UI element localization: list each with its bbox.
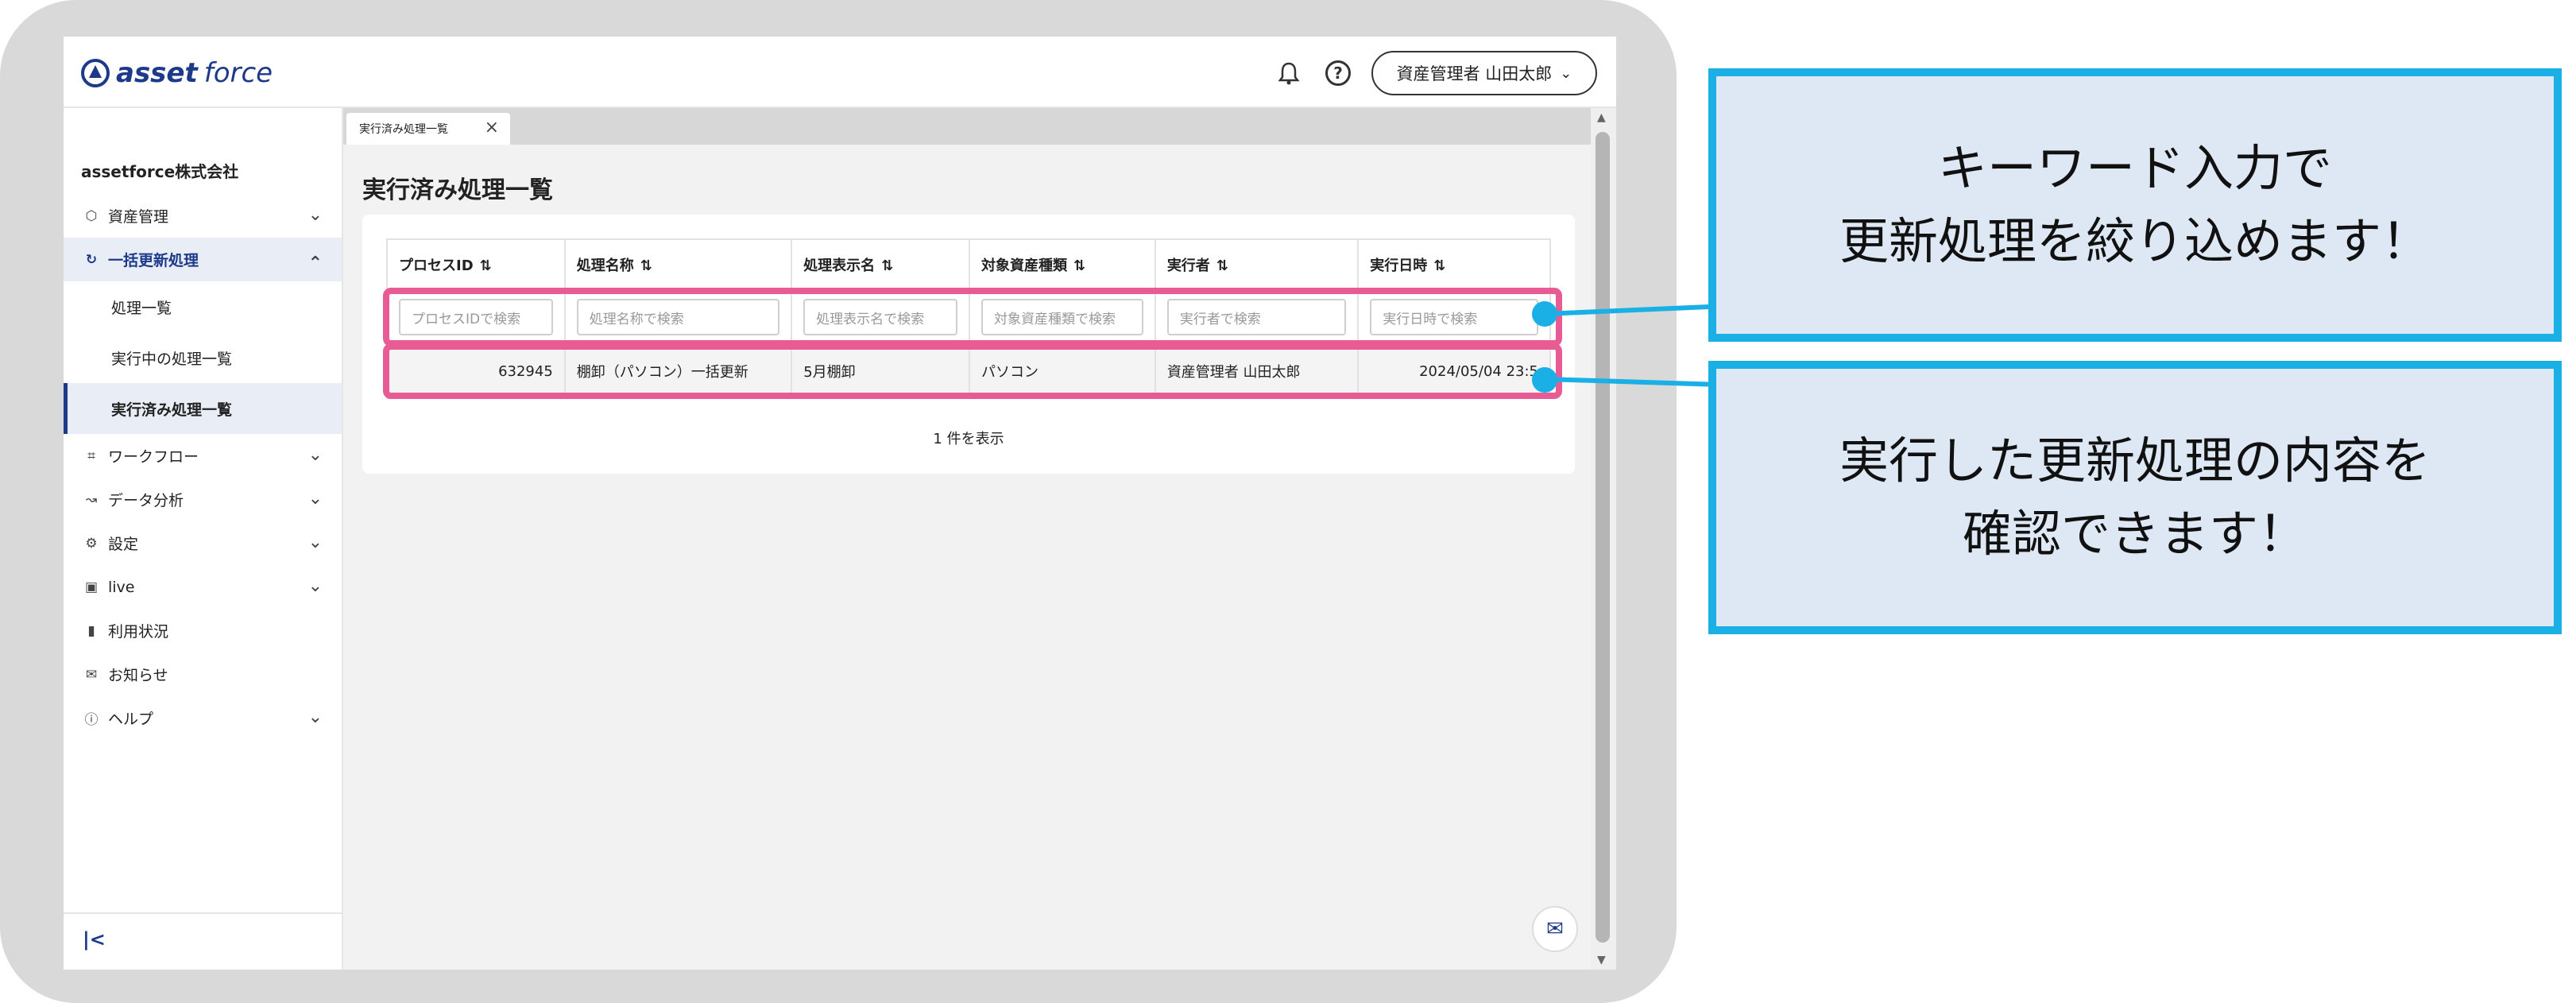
tab-completed-processes[interactable]: 実行済み処理一覧 × bbox=[346, 113, 510, 145]
sidebar: assetforce株式会社 ⬡ 資産管理 ⌄ ↻ 一括更新処理 ⌃ 処理一覧 … bbox=[64, 108, 343, 970]
scroll-down-icon[interactable]: ▼ bbox=[1597, 954, 1606, 966]
callout-details: 実行した更新処理の内容を 確認できます！ bbox=[1708, 361, 2562, 634]
cube-icon: ⬡ bbox=[85, 207, 98, 224]
sidebar-item-settings[interactable]: ⚙ 設定 ⌄ bbox=[64, 521, 342, 565]
sidebar-item-completed-processes[interactable]: 実行済み処理一覧 bbox=[64, 383, 342, 434]
sidebar-item-label: 設定 bbox=[108, 536, 139, 553]
callout-filter-line-2: 更新処理を絞り込めます！ bbox=[1839, 212, 2431, 270]
sort-icon[interactable]: ⇅ bbox=[1216, 258, 1228, 274]
chevron-up-icon: ⌃ bbox=[307, 254, 323, 273]
help-icon[interactable]: ? bbox=[1325, 60, 1351, 86]
chevron-down-icon: ⌄ bbox=[307, 532, 323, 552]
sidebar-item-label: 利用状況 bbox=[108, 623, 169, 641]
sort-icon[interactable]: ⇅ bbox=[640, 258, 652, 274]
chevron-down-icon: ⌄ bbox=[1560, 64, 1572, 82]
sidebar-item-label: お知らせ bbox=[108, 667, 168, 684]
scrollbar[interactable]: ▲ ▼ bbox=[1591, 108, 1616, 970]
column-header-executed-at[interactable]: 実行日時 ⇅ bbox=[1357, 238, 1551, 291]
user-menu-button[interactable]: 資産管理者 山田太郎 ⌄ bbox=[1371, 51, 1597, 95]
sidebar-item-label: 処理一覧 bbox=[111, 299, 172, 317]
sidebar-item-label: 実行済み処理一覧 bbox=[111, 401, 233, 419]
sort-icon[interactable]: ⇅ bbox=[1073, 258, 1085, 274]
table-header-row: プロセスID ⇅ 処理名称 ⇅ 処理表示名 ⇅ 対象資産種類 ⇅ 実行者 ⇅ 実行日時 ⇅ bbox=[386, 238, 1551, 291]
device-frame: asset force ? 資産管理者 山田太郎 ⌄ assetforce株式会… bbox=[0, 0, 1677, 1003]
column-header-process-id[interactable]: プロセスID ⇅ bbox=[386, 238, 566, 291]
megaphone-icon: ✉ bbox=[85, 666, 98, 683]
callout-filter-line-1: キーワード入力で bbox=[1937, 139, 2332, 197]
connector-dot-top bbox=[1532, 301, 1557, 327]
filter-row-highlight bbox=[383, 288, 1562, 347]
refresh-icon: ↻ bbox=[85, 251, 98, 268]
chevron-down-icon: ⌄ bbox=[307, 205, 323, 225]
callout-details-line-2: 確認できます！ bbox=[1962, 505, 2307, 563]
sidebar-item-label: ワークフロー bbox=[108, 448, 199, 466]
sort-icon[interactable]: ⇅ bbox=[480, 258, 492, 274]
collapse-sidebar-icon[interactable]: |< bbox=[83, 928, 106, 951]
sidebar-item-workflow[interactable]: ⌗ ワークフロー ⌄ bbox=[64, 434, 342, 478]
sidebar-item-usage[interactable]: ▮ 利用状況 bbox=[64, 609, 342, 653]
workflow-icon: ⌗ bbox=[87, 447, 95, 464]
column-header-asset-type[interactable]: 対象資産種類 ⇅ bbox=[968, 238, 1156, 291]
logo-text-light: force bbox=[203, 57, 273, 89]
page-title: 実行済み処理一覧 bbox=[362, 176, 553, 204]
sort-icon[interactable]: ⇅ bbox=[1433, 258, 1445, 274]
sidebar-item-notices[interactable]: ✉ お知らせ bbox=[64, 653, 342, 696]
sidebar-item-asset-management[interactable]: ⬡ 資産管理 ⌄ bbox=[64, 194, 342, 238]
sidebar-nav: ⬡ 資産管理 ⌄ ↻ 一括更新処理 ⌃ 処理一覧 実行中の処理一覧 実行済み処理… bbox=[64, 194, 342, 740]
gear-icon: ⚙ bbox=[85, 535, 98, 552]
sidebar-item-label: データ分析 bbox=[108, 492, 184, 509]
logo[interactable]: asset force bbox=[81, 54, 273, 92]
scroll-up-icon[interactable]: ▲ bbox=[1597, 111, 1606, 124]
logo-mark-icon bbox=[81, 59, 110, 87]
sidebar-item-label: live bbox=[108, 578, 135, 596]
company-name: assetforce株式会社 bbox=[81, 162, 239, 181]
analytics-icon: ↝ bbox=[85, 491, 98, 508]
sidebar-item-label: ヘルプ bbox=[108, 711, 154, 728]
main-content: 実行済み処理一覧 × 実行済み処理一覧 プロセスID ⇅ 処理名称 ⇅ 処理表示名 ⇅… bbox=[343, 108, 1591, 970]
column-header-display-name[interactable]: 処理表示名 ⇅ bbox=[791, 238, 970, 291]
connector-dot-bottom bbox=[1532, 367, 1557, 393]
sidebar-item-help[interactable]: ⓘ ヘルプ ⌄ bbox=[64, 696, 342, 740]
tab-label: 実行済み処理一覧 bbox=[359, 123, 448, 136]
chevron-down-icon: ⌄ bbox=[307, 489, 323, 509]
top-bar: asset force ? 資産管理者 山田太郎 ⌄ bbox=[64, 37, 1616, 108]
sidebar-item-bulk-update[interactable]: ↻ 一括更新処理 ⌃ bbox=[64, 238, 342, 281]
sort-icon[interactable]: ⇅ bbox=[881, 258, 893, 274]
column-header-executor[interactable]: 実行者 ⇅ bbox=[1154, 238, 1360, 291]
help-icon: ⓘ bbox=[84, 712, 99, 728]
callout-filter: キーワード入力で 更新処理を絞り込めます！ bbox=[1708, 68, 2562, 342]
result-count: 1 件を表示 bbox=[933, 431, 1004, 447]
bar-chart-icon: ▮ bbox=[87, 622, 95, 639]
chevron-down-icon: ⌄ bbox=[307, 707, 323, 727]
chevron-down-icon: ⌄ bbox=[307, 445, 323, 465]
user-name-label: 資産管理者 山田太郎 bbox=[1396, 64, 1553, 83]
chat-icon[interactable]: ✉ bbox=[1532, 906, 1578, 952]
tab-strip: 実行済み処理一覧 × bbox=[343, 108, 1591, 145]
sidebar-item-data-analysis[interactable]: ↝ データ分析 ⌄ bbox=[64, 478, 342, 521]
column-header-name[interactable]: 処理名称 ⇅ bbox=[563, 238, 793, 291]
app-screen: asset force ? 資産管理者 山田太郎 ⌄ assetforce株式会… bbox=[64, 37, 1616, 970]
logo-text-bold: asset bbox=[116, 57, 198, 89]
callout-details-line-1: 実行した更新処理の内容を bbox=[1839, 432, 2431, 490]
sidebar-item-process-list[interactable]: 処理一覧 bbox=[64, 281, 342, 332]
sidebar-item-label: 一括更新処理 bbox=[108, 252, 199, 269]
sidebar-item-label: 実行中の処理一覧 bbox=[111, 350, 233, 368]
scroll-thumb[interactable] bbox=[1595, 132, 1610, 943]
sidebar-item-label: 資産管理 bbox=[108, 208, 169, 226]
close-icon[interactable]: × bbox=[485, 118, 499, 137]
live-icon: ▣ bbox=[84, 579, 99, 595]
sidebar-item-live[interactable]: ▣ live ⌄ bbox=[64, 565, 342, 609]
chevron-down-icon: ⌄ bbox=[307, 576, 323, 596]
sidebar-divider bbox=[64, 912, 342, 914]
bell-icon[interactable] bbox=[1276, 60, 1302, 86]
sidebar-item-running-processes[interactable]: 実行中の処理一覧 bbox=[64, 332, 342, 383]
data-row-highlight bbox=[383, 343, 1562, 399]
